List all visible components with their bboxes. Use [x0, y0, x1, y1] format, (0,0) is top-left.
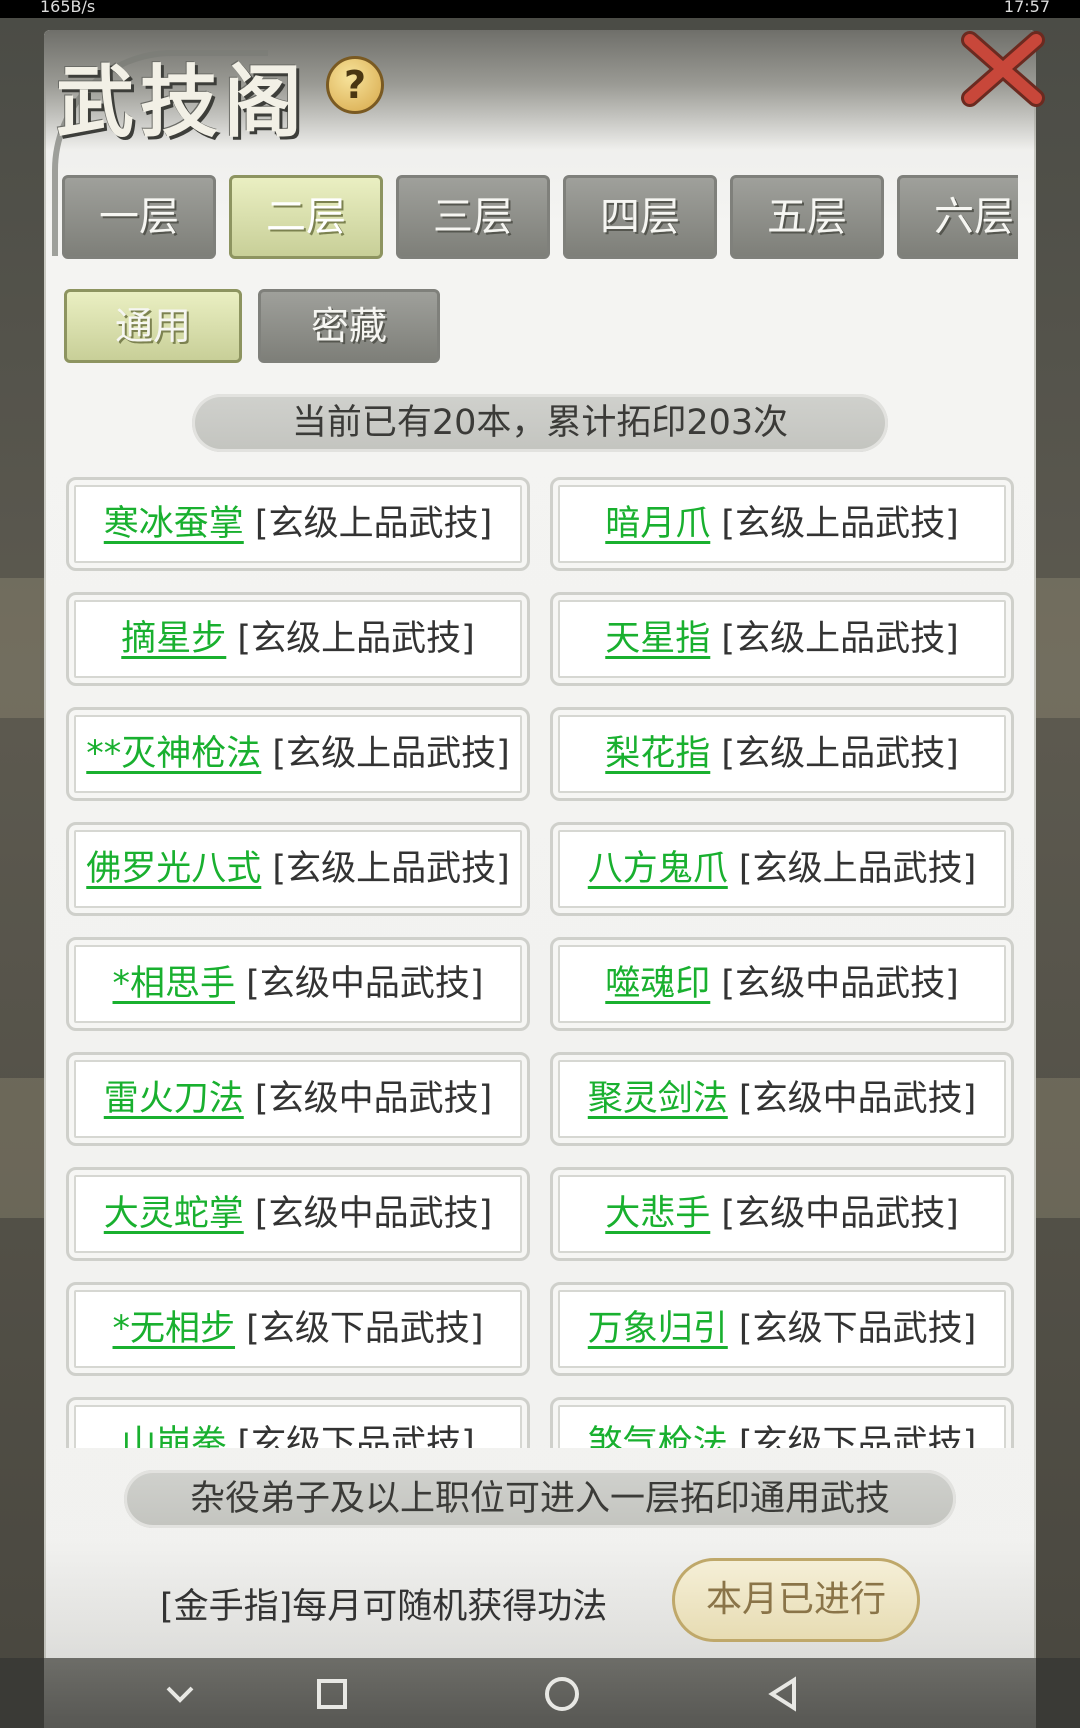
skill-card[interactable]: 大灵蛇掌 [玄级中品武技]: [66, 1167, 530, 1261]
square-icon: [317, 1679, 347, 1709]
tab-floor-3[interactable]: 三层: [396, 175, 550, 259]
system-nav-bar: [44, 1658, 1036, 1728]
skill-card[interactable]: 万象归引 [玄级下品武技]: [550, 1282, 1014, 1376]
skill-card[interactable]: 寒冰蚕掌 [玄级上品武技]: [66, 477, 530, 571]
monthly-claim-button[interactable]: 本月已进行: [672, 1558, 920, 1642]
tab-floor-4[interactable]: 四层: [563, 175, 717, 259]
page-title: 武技阁: [56, 57, 309, 148]
status-bar: 165B/s 17:57: [0, 0, 1080, 18]
tab-general[interactable]: 通用: [64, 289, 242, 363]
skill-card[interactable]: 山崩拳 [玄级下品武技]: [66, 1397, 530, 1448]
skill-card[interactable]: *无相步 [玄级下品武技]: [66, 1282, 530, 1376]
skill-card[interactable]: 雷火刀法 [玄级中品武技]: [66, 1052, 530, 1146]
notice-banner: 杂役弟子及以上职位可进入一层拓印通用武技: [124, 1470, 956, 1528]
circle-icon: [545, 1677, 579, 1711]
network-speed: 165B/s: [40, 0, 96, 16]
triangle-back-icon: [768, 1676, 796, 1712]
skill-card[interactable]: 天星指 [玄级上品武技]: [550, 592, 1014, 686]
skill-card[interactable]: 暗月爪 [玄级上品武技]: [550, 477, 1014, 571]
tab-floor-5[interactable]: 五层: [730, 175, 884, 259]
skill-list: 寒冰蚕掌 [玄级上品武技] 暗月爪 [玄级上品武技] 摘星步 [玄级上品武技] …: [62, 470, 1018, 1448]
nav-home-button[interactable]: [540, 1672, 584, 1716]
chevron-down-icon: [166, 1686, 194, 1703]
floor-tabs: 一层 二层 三层 四层 五层 六层: [62, 175, 1018, 261]
skill-card[interactable]: 聚灵剑法 [玄级中品武技]: [550, 1052, 1014, 1146]
skill-card[interactable]: 大悲手 [玄级中品武技]: [550, 1167, 1014, 1261]
nav-collapse-button[interactable]: [158, 1672, 202, 1716]
tab-secret[interactable]: 密藏: [258, 289, 440, 363]
skill-card[interactable]: 佛罗光八式 [玄级上品武技]: [66, 822, 530, 916]
tab-floor-6[interactable]: 六层: [897, 175, 1018, 259]
close-icon: [961, 31, 1045, 107]
nav-recents-button[interactable]: [310, 1672, 354, 1716]
skill-card[interactable]: 煞气枪法 [玄级下品武技]: [550, 1397, 1014, 1448]
clock: 17:57: [1003, 0, 1050, 16]
skill-card[interactable]: 摘星步 [玄级上品武技]: [66, 592, 530, 686]
skill-card[interactable]: **灭神枪法 [玄级上品武技]: [66, 707, 530, 801]
close-button[interactable]: [958, 28, 1048, 108]
skill-card[interactable]: 梨花指 [玄级上品武技]: [550, 707, 1014, 801]
tab-floor-1[interactable]: 一层: [62, 175, 216, 259]
skill-card[interactable]: 噬魂印 [玄级中品武技]: [550, 937, 1014, 1031]
summary-banner: 当前已有20本，累计拓印203次: [192, 394, 888, 452]
skill-card[interactable]: *相思手 [玄级中品武技]: [66, 937, 530, 1031]
help-button[interactable]: ?: [326, 56, 384, 114]
nav-back-button[interactable]: [762, 1672, 806, 1716]
tab-floor-2[interactable]: 二层: [229, 175, 383, 259]
skill-card[interactable]: 八方鬼爪 [玄级上品武技]: [550, 822, 1014, 916]
golden-finger-text: [金手指]每月可随机获得功法: [160, 1587, 608, 1627]
